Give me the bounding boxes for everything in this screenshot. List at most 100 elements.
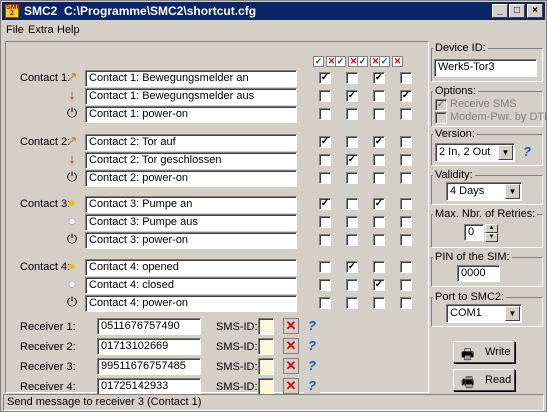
delete-icon[interactable]: ✕ [283,318,299,334]
contact-message-field[interactable]: Contact 4: opened [85,259,297,276]
receiver-1-checkbox[interactable] [319,261,331,273]
receiver-2-checkbox[interactable] [346,279,358,291]
modem-power-checkbox[interactable] [435,112,447,124]
spin-up-icon[interactable]: ▲ [485,224,498,233]
version-select[interactable]: 2 In, 2 Out ▼ [435,143,515,162]
receiver-2-checkbox[interactable] [346,216,358,228]
receiver-2-checkbox[interactable]: ✓ [346,90,358,102]
contact-message-field[interactable]: Contact 4: power-on [85,295,297,312]
port-select[interactable]: COM1 ▼ [446,304,522,323]
receiver-4-checkbox[interactable] [400,72,412,84]
contact-message-field[interactable]: Contact 1: Bewegungsmelder an [85,70,297,87]
receiver-1-checkbox[interactable] [319,90,331,102]
write-button[interactable]: 🖶 Write [453,341,515,363]
contact-message-field[interactable]: Contact 1: Bewegungsmelder aus [85,88,297,105]
receiver-3-checkbox[interactable]: ✓ [373,136,385,148]
receiver-3-checkbox[interactable] [373,154,385,166]
receiver-3-checkbox[interactable] [373,172,385,184]
receiver-2-checkbox[interactable]: ✓ [346,154,358,166]
sms-id-field[interactable] [258,318,274,335]
chevron-down-icon[interactable]: ▼ [505,306,520,321]
close-button[interactable]: × [527,4,543,18]
read-button[interactable]: 🖷 Read [453,369,515,391]
receiver-2-checkbox[interactable] [346,108,358,120]
delete-icon[interactable]: ✕ [283,378,299,394]
contact-message-field[interactable]: Contact 3: Pumpe aus [85,214,297,231]
receiver-1-checkbox[interactable] [319,172,331,184]
receiver-1-checkbox[interactable]: ✓ [319,136,331,148]
receiver-number-field[interactable]: 0511676757490 [97,318,201,335]
chevron-down-icon[interactable]: ▼ [498,145,513,160]
receiver-3-checkbox[interactable] [373,234,385,246]
delete-icon[interactable]: ✕ [283,358,299,374]
contact-message-field[interactable]: Contact 3: Pumpe an [85,196,297,213]
receiver-4-checkbox[interactable] [400,108,412,120]
chevron-down-icon[interactable]: ▼ [505,184,520,199]
receiver-4-checkbox[interactable]: ✓ [400,90,412,102]
receiver-2-checkbox[interactable]: ✓ [346,261,358,273]
receiver-1-checkbox[interactable]: ✓ [319,72,331,84]
receive-sms-checkbox[interactable]: ✓ [435,99,447,111]
receiver-number-field[interactable]: 01713102669 [97,338,201,355]
receiver-4-checkbox[interactable] [400,198,412,210]
receiver-4-checkbox[interactable] [400,261,412,273]
version-help-button[interactable]: ? [519,144,535,160]
contact-message-field[interactable]: Contact 2: power-on [85,170,297,187]
receiver-1-checkbox[interactable] [319,279,331,291]
receiver-2-checkbox[interactable] [346,297,358,309]
receiver-2-checkbox[interactable] [346,172,358,184]
receiver-1-checkbox[interactable] [319,297,331,309]
contact-message-field[interactable]: Contact 4: closed [85,277,297,294]
receiver-4-checkbox[interactable] [400,234,412,246]
receiver-3-checkbox[interactable] [373,261,385,273]
receiver-number-field[interactable]: 01725142933 [97,378,201,395]
contact-message-field[interactable]: Contact 3: power-on [85,232,297,249]
receiver-4-checkbox[interactable] [400,216,412,228]
help-icon[interactable]: ? [304,378,320,394]
receiver-3-checkbox[interactable] [373,297,385,309]
receiver-2-checkbox[interactable] [346,72,358,84]
receiver-2-checkbox[interactable] [346,136,358,148]
sms-id-field[interactable] [258,378,274,395]
receiver-1-checkbox[interactable] [319,216,331,228]
receiver-3-checkbox[interactable]: ✓ [373,198,385,210]
menu-help[interactable]: Help [57,24,80,36]
device-id-field[interactable]: Werk5-Tor3 [434,59,537,77]
receiver-1-checkbox[interactable] [319,108,331,120]
receiver-3-checkbox[interactable]: ✓ [373,72,385,84]
receiver-label: Receiver 2: [20,341,76,353]
receiver-1-checkbox[interactable]: ✓ [319,198,331,210]
help-icon[interactable]: ? [304,358,320,374]
help-icon[interactable]: ? [304,318,320,334]
sms-id-field[interactable] [258,338,274,355]
help-icon[interactable]: ? [304,338,320,354]
receiver-4-checkbox[interactable] [400,172,412,184]
receiver-3-checkbox[interactable] [373,90,385,102]
retries-field[interactable]: 0 [464,224,484,241]
receiver-number-field[interactable]: 99511676757485 [97,358,201,375]
receiver-1-checkbox[interactable] [319,154,331,166]
maximize-button[interactable]: □ [509,4,525,18]
menu-file[interactable]: File [6,24,24,36]
receiver-4-checkbox[interactable] [400,279,412,291]
receiver-4-checkbox[interactable] [400,297,412,309]
receiver-2-checkbox[interactable] [346,198,358,210]
receiver-4-checkbox[interactable] [400,154,412,166]
receiver-3-checkbox[interactable] [373,108,385,120]
contact-message-field[interactable]: Contact 1: power-on [85,106,297,123]
receiver-3-checkbox[interactable] [373,216,385,228]
contact-message-field[interactable]: Contact 2: Tor auf [85,134,297,151]
receiver-3-checkbox[interactable]: ✓ [373,279,385,291]
validity-select[interactable]: 4 Days ▼ [446,182,522,201]
delete-icon[interactable]: ✕ [283,338,299,354]
contact-message-field[interactable]: Contact 2: Tor geschlossen [85,152,297,169]
minimize-button[interactable]: _ [492,4,508,18]
sms-id-field[interactable] [258,358,274,375]
receiver-4-checkbox[interactable] [400,136,412,148]
menu-extra[interactable]: Extra [28,24,54,36]
receiver-1-checkbox[interactable] [319,234,331,246]
title-bar[interactable]: SMC 2 SMC2 C:\Programme\SMC2\shortcut.cfg… [2,2,545,20]
pin-field[interactable]: 0000 [457,265,500,282]
spin-down-icon[interactable]: ▼ [485,233,498,242]
receiver-2-checkbox[interactable] [346,234,358,246]
